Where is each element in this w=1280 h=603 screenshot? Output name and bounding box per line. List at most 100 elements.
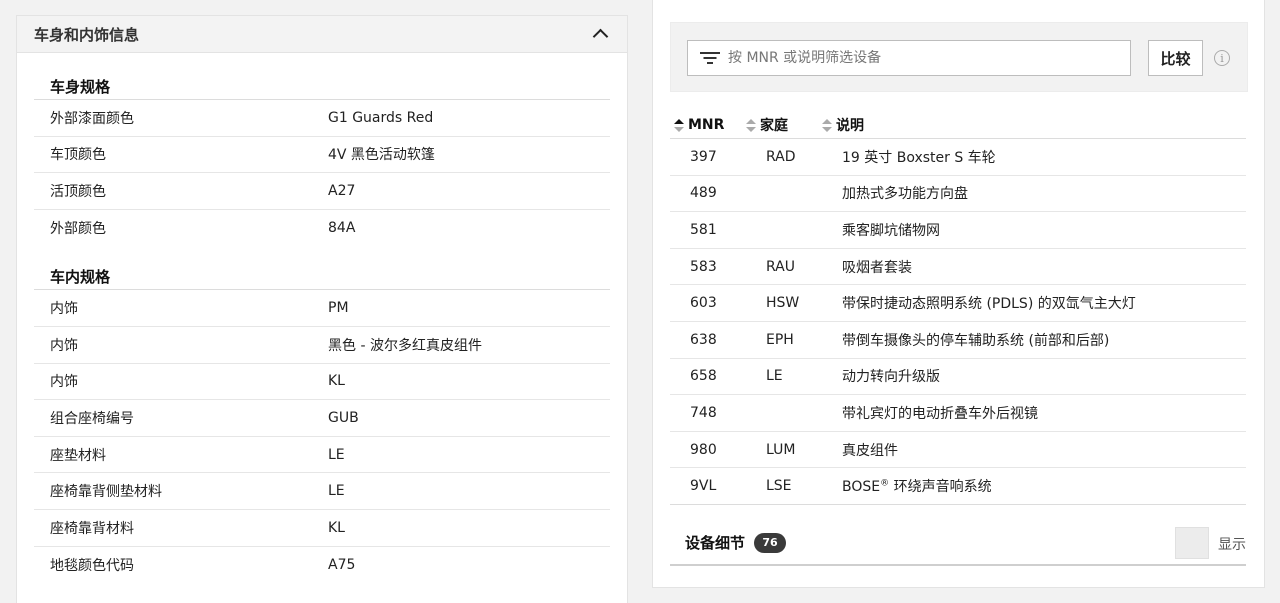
spec-value: A27 <box>328 182 356 199</box>
section-heading: 车身规格 <box>34 74 610 100</box>
cell-description: 加热式多功能方向盘 <box>842 186 968 203</box>
cell-description: 带礼宾灯的电动折叠车外后视镜 <box>842 405 1038 422</box>
table-header: MNR 家庭 说明 <box>670 112 1246 139</box>
column-label: 说明 <box>836 118 864 134</box>
table-row: 583 RAU 吸烟者套装 <box>670 249 1246 286</box>
spec-row: 活顶颜色 A27 <box>34 173 610 210</box>
spec-label: 座椅靠背材料 <box>50 520 134 537</box>
spec-row: 地毯颜色代码 A75 <box>34 547 610 584</box>
info-icon[interactable]: i <box>1214 50 1230 66</box>
table-row: 581 乘客脚坑储物网 <box>670 212 1246 249</box>
equipment-detail-bar: 设备细节 76 显示 <box>670 521 1246 566</box>
compare-button[interactable]: 比较 <box>1148 40 1203 76</box>
cell-family: RAU <box>766 258 795 275</box>
cell-family: RAD <box>766 148 796 165</box>
spec-value: LE <box>328 483 345 500</box>
cell-mnr: 658 <box>690 368 717 385</box>
sort-icon <box>746 118 756 132</box>
cell-family: LE <box>766 368 783 385</box>
table-row: 638 EPH 带倒车摄像头的停车辅助系统 (前部和后部) <box>670 322 1246 359</box>
sort-icon <box>674 118 684 132</box>
detail-label: 设备细节 <box>685 534 746 552</box>
section-heading: 车内规格 <box>34 264 610 291</box>
body-interior-panel: 车身和内饰信息 车身规格 外部漆面颜色 G1 Guards Red 车顶颜色 4… <box>16 15 628 603</box>
filter-input[interactable] <box>728 50 1130 66</box>
count-badge: 76 <box>754 532 787 553</box>
spec-value: 黑色 - 波尔多红真皮组件 <box>328 337 482 354</box>
spec-label: 外部颜色 <box>50 221 106 238</box>
table-row: 658 LE 动力转向升级版 <box>670 359 1246 396</box>
spec-row: 座椅靠背材料 KL <box>34 510 610 547</box>
spec-row: 车顶颜色 4V 黑色活动软篷 <box>34 137 610 174</box>
spec-value: A75 <box>328 556 356 573</box>
cell-mnr: 397 <box>690 148 717 165</box>
column-label: 家庭 <box>760 118 788 134</box>
column-header-mnr[interactable]: MNR <box>670 117 746 133</box>
spec-value: 4V 黑色活动软篷 <box>328 147 435 164</box>
column-header-description[interactable]: 说明 <box>822 115 1246 135</box>
desc-brand: BOSE <box>842 479 881 496</box>
cell-description: 带保时捷动态照明系统 (PDLS) 的双氙气主大灯 <box>842 296 1136 313</box>
spec-row: 座椅靠背侧垫材料 LE <box>34 473 610 510</box>
spec-label: 活顶颜色 <box>50 183 106 200</box>
spec-label: 组合座椅编号 <box>50 410 134 427</box>
registered-mark: ® <box>880 478 890 489</box>
panel-title: 车身和内饰信息 <box>34 25 140 44</box>
column-header-family[interactable]: 家庭 <box>746 115 822 135</box>
cell-mnr: 603 <box>690 295 717 312</box>
cell-family: LSE <box>766 478 792 495</box>
spec-row: 外部漆面颜色 G1 Guards Red <box>34 100 610 137</box>
cell-mnr: 583 <box>690 258 717 275</box>
spec-label: 座垫材料 <box>50 447 106 464</box>
table-row: 397 RAD 19 英寸 Boxster S 车轮 <box>670 139 1246 176</box>
body-interior-header[interactable]: 车身和内饰信息 <box>17 16 627 53</box>
cell-family: EPH <box>766 331 794 348</box>
spec-row: 内饰 PM <box>34 290 610 327</box>
cell-description: 动力转向升级版 <box>842 369 940 386</box>
cell-mnr: 638 <box>690 331 717 348</box>
spec-label: 内饰 <box>50 374 78 391</box>
cell-mnr: 748 <box>690 404 717 421</box>
desc-rest: 环绕声音响系统 <box>889 479 992 496</box>
table-row: 748 带礼宾灯的电动折叠车外后视镜 <box>670 395 1246 432</box>
spec-row: 组合座椅编号 GUB <box>34 400 610 437</box>
body-spec-section: 车身规格 外部漆面颜色 G1 Guards Red 车顶颜色 4V 黑色活动软篷… <box>17 74 627 246</box>
spec-value: PM <box>328 300 349 317</box>
cell-description: 19 英寸 Boxster S 车轮 <box>842 149 996 166</box>
spec-row: 内饰 KL <box>34 364 610 401</box>
spec-label: 地毯颜色代码 <box>50 557 134 574</box>
cell-mnr: 9VL <box>690 478 717 495</box>
show-toggle[interactable] <box>1175 527 1209 559</box>
cell-description: 乘客脚坑储物网 <box>842 222 940 239</box>
table-row: 980 LUM 真皮组件 <box>670 432 1246 469</box>
spec-row: 外部颜色 84A <box>34 210 610 247</box>
cell-mnr: 980 <box>690 441 717 458</box>
spec-value: KL <box>328 373 345 390</box>
cell-mnr: 489 <box>690 185 717 202</box>
spec-value: GUB <box>328 409 359 426</box>
column-label: MNR <box>688 117 725 133</box>
filter-field[interactable] <box>687 40 1131 76</box>
spec-row: 内饰 黑色 - 波尔多红真皮组件 <box>34 327 610 364</box>
interior-spec-section: 车内规格 内饰 PM 内饰 黑色 - 波尔多红真皮组件 内饰 KL 组合座椅编号… <box>17 264 627 583</box>
show-label[interactable]: 显示 <box>1218 534 1246 554</box>
equipment-table: MNR 家庭 说明 397 RAD 19 英寸 Boxster S 车轮 489… <box>670 112 1246 505</box>
spec-label: 内饰 <box>50 337 78 354</box>
spec-value: LE <box>328 446 345 463</box>
equipment-panel: 比较 i MNR 家庭 说明 397 RAD 19 英寸 Boxster S 车… <box>652 0 1265 588</box>
spec-value: G1 Guards Red <box>328 109 434 126</box>
cell-description: 带倒车摄像头的停车辅助系统 (前部和后部) <box>842 332 1110 349</box>
spec-value: KL <box>328 519 345 536</box>
table-row: 489 加热式多功能方向盘 <box>670 176 1246 213</box>
cell-description: BOSE® 环绕声音响系统 <box>842 476 1246 496</box>
cell-family: HSW <box>766 295 800 312</box>
spec-label: 座椅靠背侧垫材料 <box>50 484 162 501</box>
chevron-up-icon[interactable] <box>591 25 609 43</box>
table-row: 603 HSW 带保时捷动态照明系统 (PDLS) 的双氙气主大灯 <box>670 285 1246 322</box>
table-row: 9VL LSE BOSE® 环绕声音响系统 <box>670 468 1246 505</box>
cell-description: 吸烟者套装 <box>842 259 912 276</box>
cell-family: LUM <box>766 441 796 458</box>
spec-label: 车顶颜色 <box>50 147 106 164</box>
filter-icon <box>699 50 721 66</box>
spec-row: 座垫材料 LE <box>34 437 610 474</box>
